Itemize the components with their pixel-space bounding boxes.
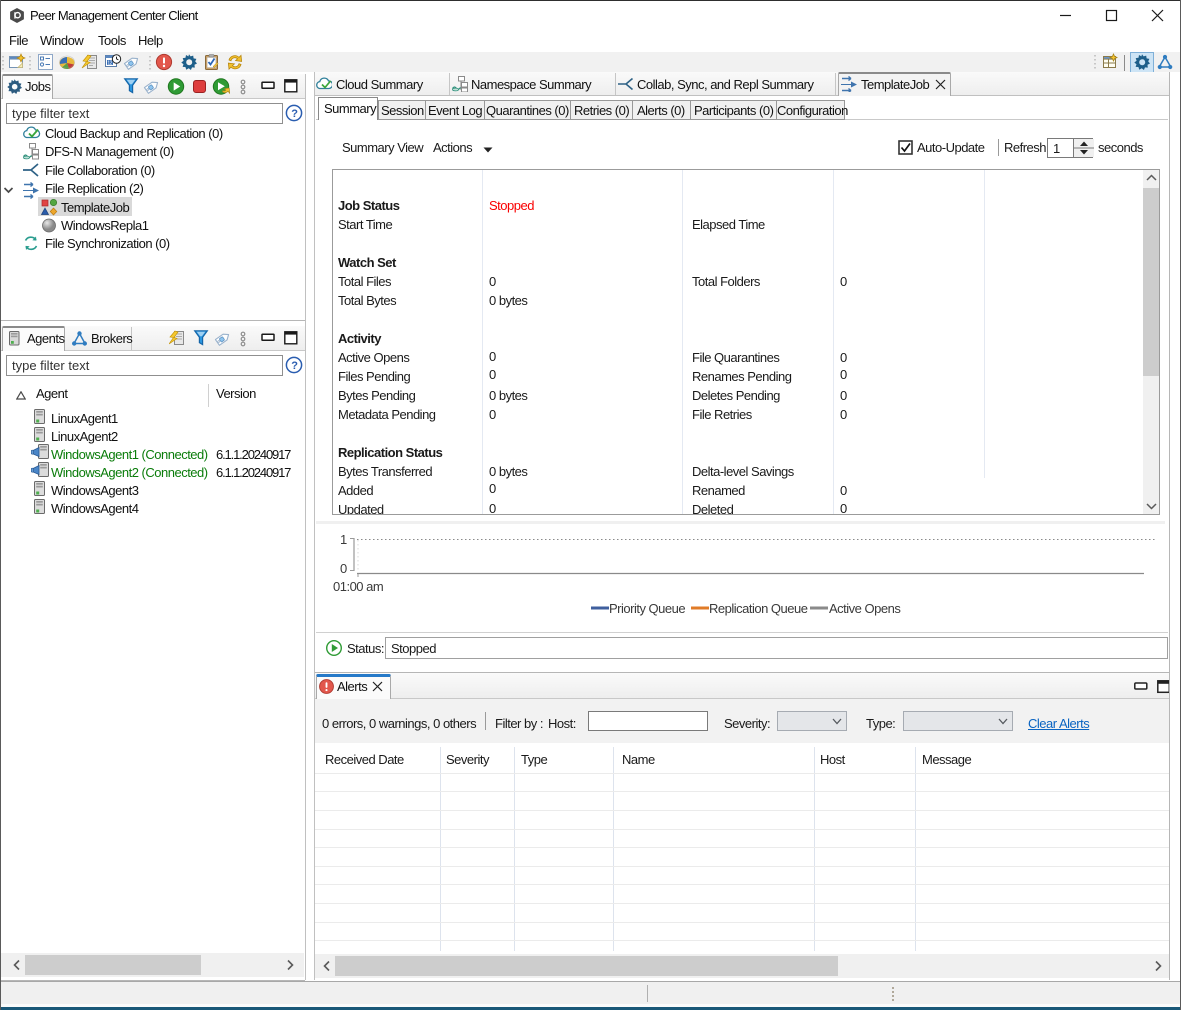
- svg-text:?: ?: [291, 360, 298, 372]
- svg-text:?: ?: [291, 108, 298, 120]
- svg-text:12: 12: [107, 61, 112, 67]
